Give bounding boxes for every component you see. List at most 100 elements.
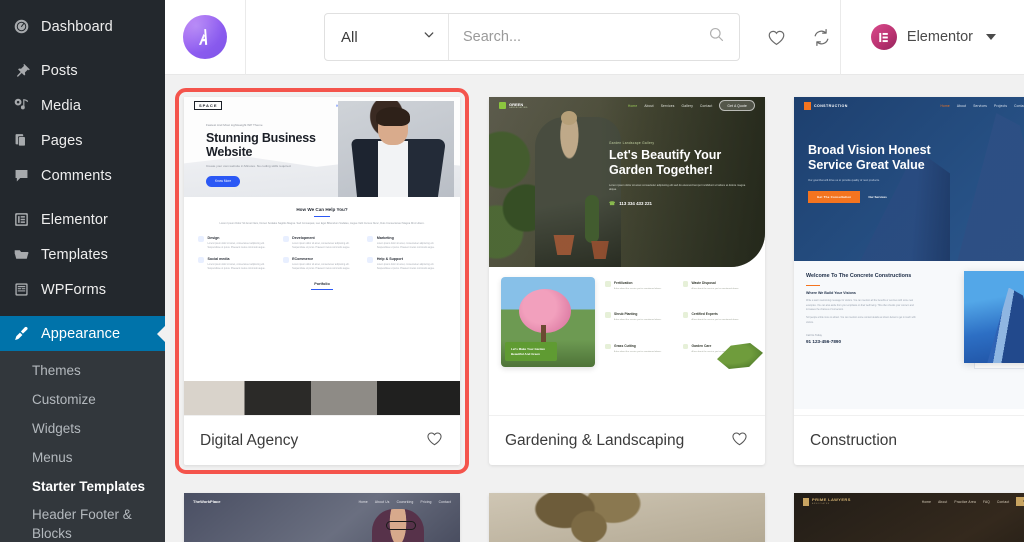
media-icon — [11, 96, 31, 116]
services-title: How We Can Help You? — [296, 207, 348, 212]
service-icon — [198, 235, 204, 242]
appearance-submenu: Themes Customize Widgets Menus Starter T… — [0, 351, 165, 542]
outdoor-preview — [489, 493, 765, 542]
feature-icon — [682, 281, 688, 287]
sidebar-item-elementor[interactable]: Elementor — [0, 202, 165, 237]
sync-icon[interactable] — [811, 27, 832, 48]
feature-item: Certified Experts A few about the service… — [682, 312, 754, 335]
category-select[interactable]: All — [325, 14, 449, 60]
pin-icon — [11, 61, 31, 81]
templates-grid-area[interactable]: SPACE Home About Services Contact Reques… — [165, 75, 1024, 542]
heart-icon[interactable] — [766, 27, 787, 48]
sidebar-item-templates[interactable]: Templates — [0, 237, 165, 272]
service-label: Social media — [207, 257, 230, 262]
hero-eyebrow: Fastest And Most Lightweight WP Theme — [206, 123, 263, 127]
feature-label: Shrub Planting — [614, 312, 638, 317]
dashboard-icon — [11, 17, 31, 37]
search-icon[interactable] — [708, 26, 725, 48]
welcome-photo-building — [964, 271, 1024, 363]
lawyers-preview: PRIME LAWYERS ASSOCIATES Home About Prac… — [794, 493, 1024, 542]
sidebar-item-appearance[interactable]: Appearance — [0, 316, 165, 351]
hero-cta-primary: Get The Consultation — [808, 191, 861, 203]
hero-headline: Broad Vision Honest Service Great Value — [808, 143, 931, 172]
photo-shape — [585, 195, 599, 243]
service-icon — [198, 257, 204, 264]
submenu-item-customize[interactable]: Customize — [0, 386, 165, 415]
feature-item: Waste Disposal A few about the service yo… — [682, 281, 754, 304]
category-select-value: All — [341, 28, 358, 46]
folder-icon — [11, 245, 31, 265]
service-text: Lorem ipsum dolor sit amet, consectetuer… — [376, 242, 435, 250]
template-card-lawyers[interactable]: PRIME LAWYERS ASSOCIATES Home About Prac… — [794, 493, 1024, 542]
submenu-item-header-footer-blocks[interactable]: Header Footer & Blocks — [0, 501, 165, 542]
template-title: Gardening & Landscaping — [505, 431, 685, 449]
template-card-outdoor[interactable] — [489, 493, 765, 542]
sidebar-item-label: Appearance — [41, 325, 121, 342]
preview-nav: PRIME LAWYERS ASSOCIATES Home About Prac… — [794, 493, 1024, 510]
search-field — [449, 14, 739, 60]
service-label: Help & Support — [376, 257, 403, 262]
sidebar-item-wpforms[interactable]: WPForms — [0, 272, 165, 307]
nav-link: Services — [973, 103, 988, 108]
sidebar-item-dashboard[interactable]: Dashboard — [0, 9, 165, 44]
preview-features-section: Let's Make Your Garden Beautiful And Gre… — [489, 267, 765, 369]
template-card-digital-agency[interactable]: SPACE Home About Services Contact Reques… — [175, 88, 469, 474]
hero-photo-businessman — [338, 101, 454, 197]
template-card-gardening-landscaping[interactable]: GREEN LANDSCAPING Home About Services Ga… — [489, 97, 765, 465]
preview-nav-button: Get A Quote — [719, 100, 755, 111]
feature-photo-garden: Let's Make Your Garden Beautiful And Gre… — [501, 277, 595, 367]
hero-headline: Let's Beautify Your Garden Together! — [609, 148, 722, 177]
preview-logo-sub: LANDSCAPING — [509, 106, 528, 109]
service-icon — [367, 257, 374, 264]
sidebar-item-pages[interactable]: Pages — [0, 123, 165, 158]
heart-icon[interactable] — [425, 429, 444, 453]
starter-templates-main: All Search... Elementor SPACE Fastest An… — [165, 0, 1024, 542]
service-text: Lorem ipsum dolor sit amet, consectetuer… — [207, 242, 266, 250]
astra-logo — [183, 15, 227, 59]
preview-logo-sub: ASSOCIATES — [812, 502, 830, 505]
sidebar-item-label: Media — [41, 97, 81, 114]
preview-services-section: How We Can Help You? Lorem Ipsum Dolor S… — [184, 197, 460, 291]
construction-preview: CONSTRUCTION Home About Services Project… — [794, 97, 1024, 415]
feature-text: A few about the service you've mentioned… — [691, 319, 739, 322]
preview-welcome-section: Welcome To The Concrete Constructions Wh… — [794, 261, 1024, 409]
hero-cta-button: Know More — [206, 176, 241, 187]
service-text: Lorem ipsum dolor sit amet, consectetuer… — [292, 242, 350, 250]
templates-grid: SPACE Home About Services Contact Reques… — [175, 88, 1024, 542]
user-menu[interactable]: Elementor — [839, 0, 1024, 75]
nav-link: Practice Area — [954, 499, 976, 504]
portfolio-rule — [311, 289, 333, 291]
service-text: Lorem ipsum dolor sit amet, consectetuer… — [292, 264, 350, 271]
workplace-preview: TheWorkPlace Home About Us Coworking Pri… — [184, 493, 460, 542]
nav-link: Home — [628, 103, 638, 108]
preview-nav-links: Home About Us Coworking Pricing Contact — [359, 500, 451, 504]
hero-subtext: Lorem ipsum dolor sit amet consectetur a… — [609, 183, 746, 192]
nav-link: Home — [358, 499, 368, 504]
preview-desk-photo-strip — [184, 381, 460, 415]
sidebar-item-label: Elementor — [41, 211, 108, 228]
preview-logo: CONSTRUCTION — [814, 103, 848, 108]
submenu-item-themes[interactable]: Themes — [0, 357, 165, 386]
hero-text: Broad Vision Honest Service Great Value … — [808, 143, 958, 203]
sidebar-item-comments[interactable]: Comments — [0, 158, 165, 193]
preview-hero: SPACE Home About Services Contact Reques… — [184, 97, 460, 197]
photo-shape — [553, 235, 575, 255]
feature-icon — [605, 312, 611, 318]
search-input[interactable] — [463, 29, 708, 45]
preview-hero: GREEN LANDSCAPING Home About Services Ga… — [489, 97, 765, 267]
feature-item: Grass Cutting A few about the service you… — [605, 343, 676, 367]
preview-hero: CONSTRUCTION Home About Services Project… — [794, 97, 1024, 261]
submenu-item-starter-templates[interactable]: Starter Templates — [0, 473, 165, 502]
template-card-workplace[interactable]: TheWorkPlace Home About Us Coworking Pri… — [184, 493, 460, 542]
preview-nav-links: Home About Practice Area FAQ Contact Req… — [922, 497, 1024, 506]
nav-link: Pricing — [420, 499, 432, 504]
submenu-item-menus[interactable]: Menus — [0, 444, 165, 473]
submenu-item-widgets[interactable]: Widgets — [0, 415, 165, 444]
heart-icon[interactable] — [730, 429, 749, 453]
template-card-construction[interactable]: CONSTRUCTION Home About Services Project… — [794, 97, 1024, 465]
chevron-down-icon — [422, 28, 436, 46]
sidebar-item-posts[interactable]: Posts — [0, 53, 165, 88]
sidebar-item-media[interactable]: Media — [0, 88, 165, 123]
